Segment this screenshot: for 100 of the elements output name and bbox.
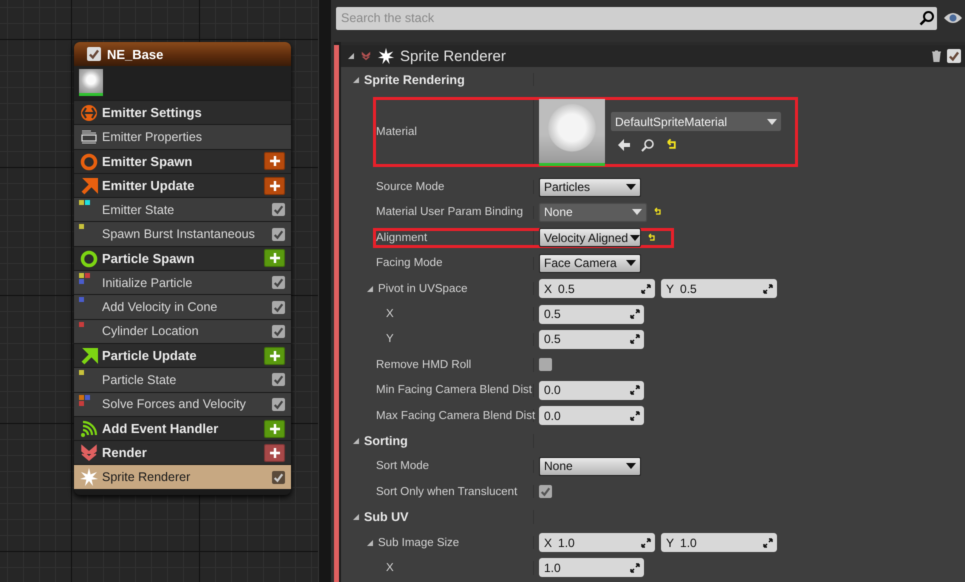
- module-title: Sprite Renderer: [400, 48, 507, 64]
- module-item[interactable]: Emitter State: [74, 198, 291, 222]
- checkbox[interactable]: [272, 228, 285, 241]
- property-label: Sort Mode: [376, 460, 430, 472]
- dropdown[interactable]: None: [539, 456, 641, 476]
- collapse-arrow-icon[interactable]: [366, 538, 374, 547]
- item-label: Initialize Particle: [102, 276, 194, 290]
- resize-icon[interactable]: [763, 538, 773, 548]
- resize-icon[interactable]: [630, 309, 640, 320]
- module-item[interactable]: Add Velocity in Cone: [74, 295, 291, 319]
- resize-icon[interactable]: [630, 410, 640, 421]
- collapse-arrow-icon[interactable]: [352, 436, 360, 445]
- collapse-arrow-icon[interactable]: [366, 284, 374, 293]
- properties-item[interactable]: Emitter Properties: [74, 125, 291, 149]
- number-field[interactable]: Y 1.0: [661, 533, 777, 552]
- checkbox[interactable]: [272, 203, 285, 216]
- number-field[interactable]: 1.0: [539, 558, 644, 578]
- add-button[interactable]: [264, 249, 285, 268]
- stage-header[interactable]: Add Event Handler: [74, 416, 291, 440]
- checkbox[interactable]: [87, 47, 101, 61]
- material-dropdown[interactable]: DefaultSpriteMaterial: [611, 112, 781, 132]
- item-label: Add Velocity in Cone: [102, 300, 218, 314]
- dropdown[interactable]: None: [539, 202, 647, 222]
- checkbox[interactable]: [539, 358, 552, 372]
- ring-icon: [79, 152, 99, 172]
- property-label: X: [386, 308, 394, 320]
- collapse-arrow-icon[interactable]: [347, 52, 355, 60]
- number-field[interactable]: 0.5: [539, 304, 644, 324]
- dropdown[interactable]: Velocity Aligned: [539, 228, 641, 248]
- module-item[interactable]: Sprite Renderer: [74, 465, 291, 489]
- add-button[interactable]: [264, 420, 285, 438]
- item-label: Emitter State: [102, 202, 176, 217]
- signal-icon: [79, 418, 99, 439]
- checkbox[interactable]: [272, 324, 285, 338]
- property-label: Material User Param Binding: [376, 206, 524, 218]
- checkbox[interactable]: [272, 373, 285, 386]
- search-field[interactable]: Search the stack: [336, 6, 937, 30]
- add-button[interactable]: [264, 346, 285, 365]
- eye-icon[interactable]: [943, 11, 963, 25]
- plus-icon: [268, 155, 280, 168]
- dropdown[interactable]: Face Camera: [539, 254, 641, 273]
- checkbox[interactable]: [272, 300, 285, 314]
- stage-header[interactable]: Emitter Settings: [74, 101, 291, 124]
- property-label: X: [386, 562, 394, 574]
- stage-header[interactable]: Render: [74, 441, 291, 464]
- back-arrow-icon[interactable]: [617, 138, 631, 152]
- plus-icon: [268, 446, 280, 459]
- number-field[interactable]: X 0.5: [539, 279, 655, 298]
- chevron-icon: [79, 443, 99, 464]
- chevron-icon: [360, 50, 372, 62]
- resize-icon[interactable]: [630, 385, 640, 396]
- add-button[interactable]: [264, 444, 285, 462]
- item-label: Render: [102, 445, 148, 460]
- number-field[interactable]: 0.0: [539, 380, 644, 400]
- section-title: Sub UV: [364, 510, 408, 524]
- number-field[interactable]: 0.5: [539, 330, 644, 349]
- collapse-arrow-icon[interactable]: [352, 76, 360, 84]
- reset-arrow-icon[interactable]: [653, 207, 663, 218]
- resize-icon[interactable]: [630, 334, 640, 344]
- checkbox[interactable]: [272, 398, 285, 411]
- checkbox[interactable]: [539, 485, 552, 498]
- module-item[interactable]: Spawn Burst Instantaneous: [74, 222, 291, 246]
- caret-icon: [767, 118, 777, 125]
- checkbox[interactable]: [272, 470, 285, 484]
- resize-icon[interactable]: [763, 284, 773, 294]
- add-button[interactable]: [264, 152, 285, 170]
- checkbox[interactable]: [272, 276, 285, 290]
- search-icon[interactable]: [641, 138, 655, 152]
- caret-icon: [630, 234, 640, 241]
- resize-icon[interactable]: [641, 538, 651, 548]
- stage-header[interactable]: Emitter Update: [74, 174, 291, 198]
- property-label: Sub Image Size: [378, 536, 460, 549]
- item-label: Cylinder Location: [102, 324, 200, 338]
- property-label: Pivot in UVSpace: [378, 282, 468, 295]
- add-button[interactable]: [264, 176, 285, 195]
- module-item[interactable]: Particle State: [74, 368, 291, 392]
- module-item[interactable]: Solve Forces and Velocity: [74, 392, 291, 416]
- caret-icon: [626, 463, 636, 470]
- reset-arrow-icon[interactable]: [647, 232, 657, 243]
- stage-header[interactable]: Particle Update: [74, 344, 291, 368]
- trash-icon[interactable]: [931, 50, 942, 62]
- module-item[interactable]: Cylinder Location: [74, 320, 291, 343]
- item-label: Emitter Settings: [102, 105, 203, 120]
- resize-icon[interactable]: [630, 562, 640, 573]
- number-field[interactable]: 0.0: [539, 406, 644, 426]
- item-label: Add Event Handler: [102, 421, 220, 436]
- dropdown[interactable]: Particles: [539, 178, 641, 197]
- resize-icon[interactable]: [641, 284, 651, 294]
- stage-header[interactable]: Emitter Spawn: [74, 150, 291, 173]
- number-field[interactable]: X 1.0: [539, 533, 655, 552]
- stage-header[interactable]: Particle Spawn: [74, 246, 291, 270]
- collapse-arrow-icon[interactable]: [352, 513, 360, 522]
- item-label: Particle Update: [102, 348, 198, 364]
- sparkle-icon: [377, 47, 395, 65]
- module-dots-icon: [79, 200, 90, 206]
- module-item[interactable]: Initialize Particle: [74, 271, 291, 294]
- checkbox[interactable]: [947, 49, 961, 63]
- number-field[interactable]: Y 0.5: [661, 279, 777, 298]
- item-label: Solve Forces and Velocity: [102, 397, 247, 412]
- emitter-node[interactable]: [74, 42, 291, 495]
